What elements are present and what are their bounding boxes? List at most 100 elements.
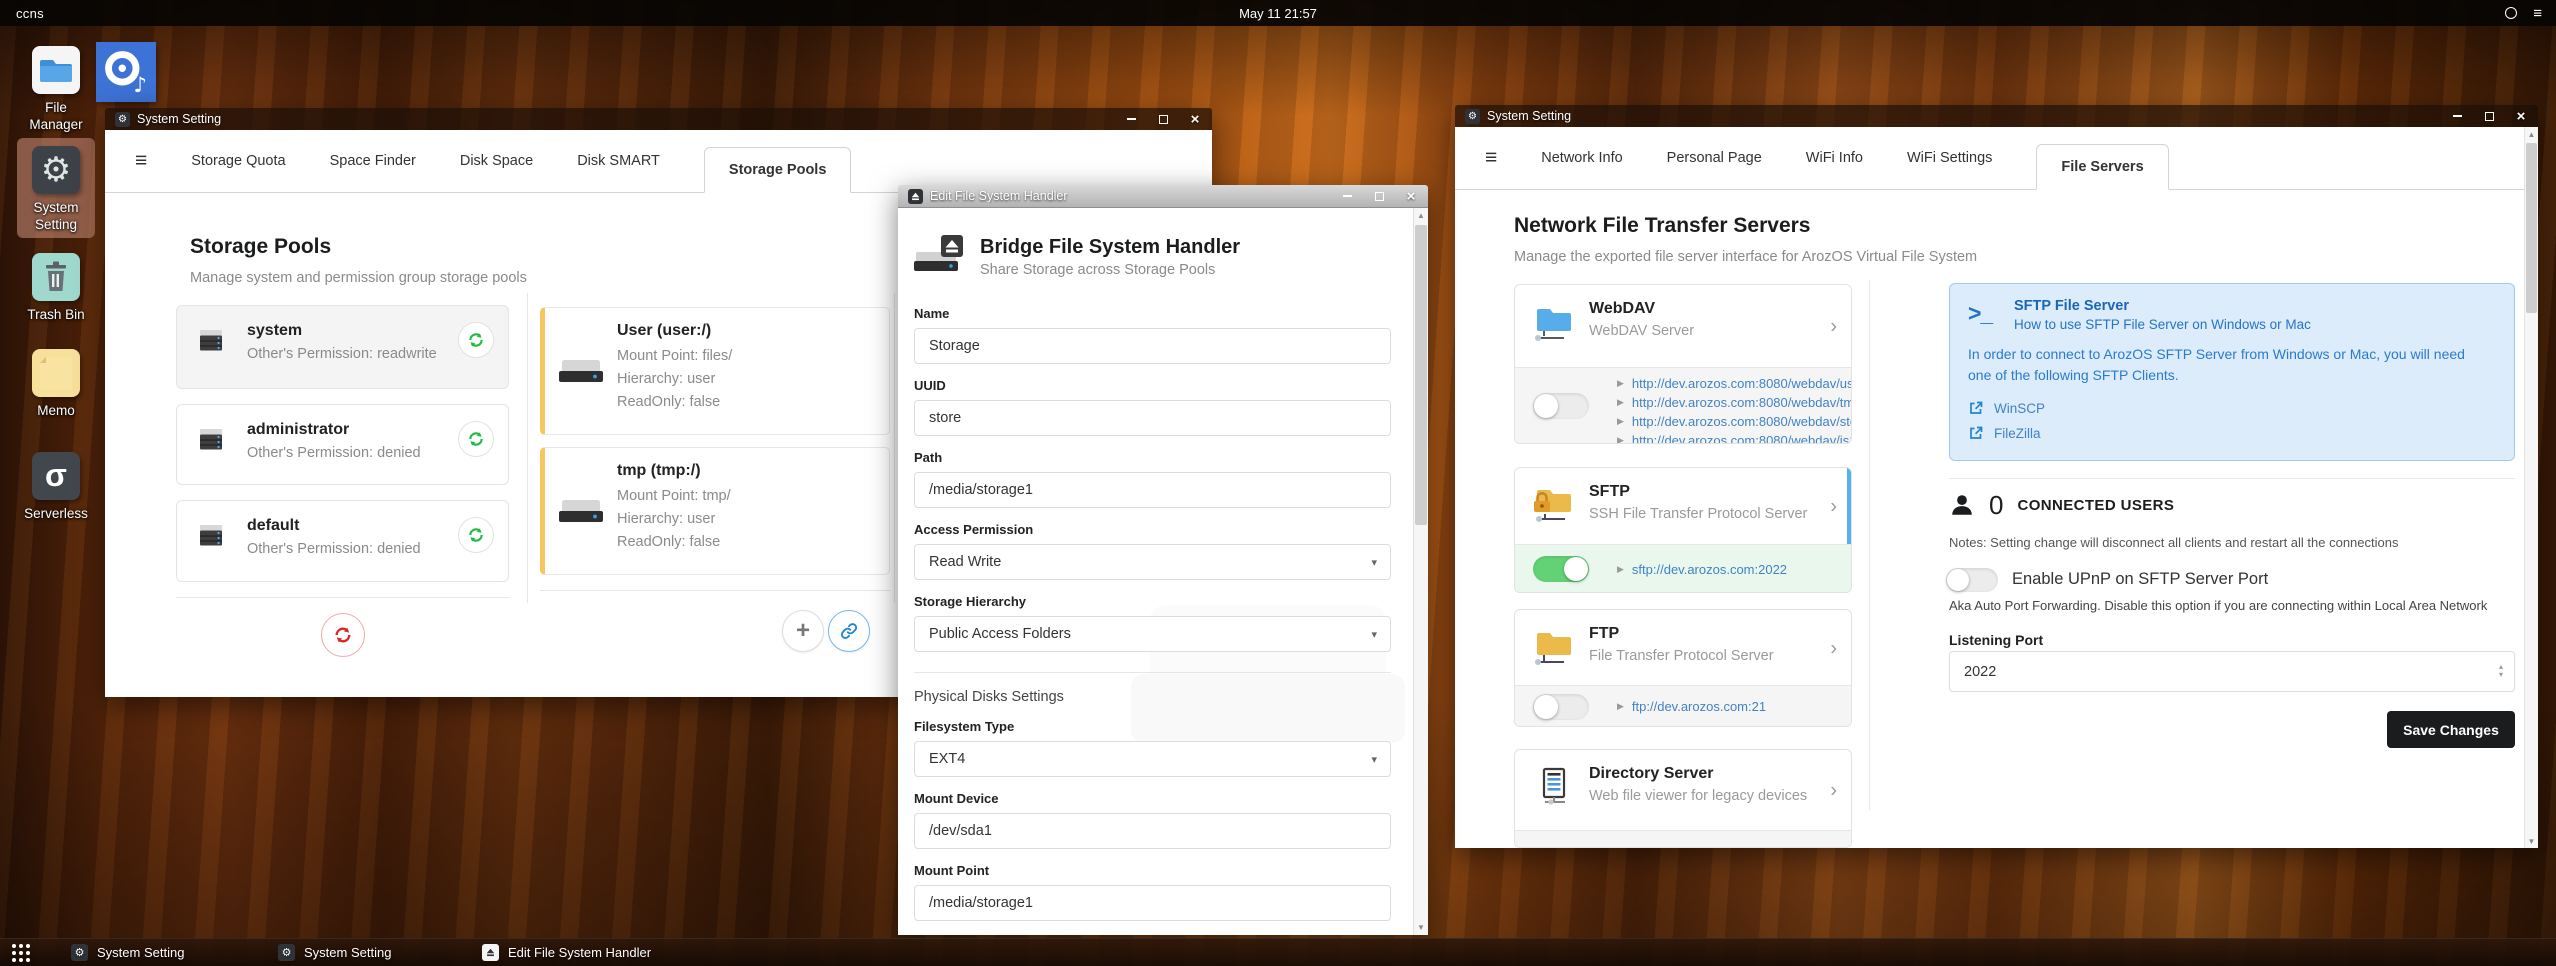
window-titlebar[interactable]: ⚙ System Setting × — [105, 108, 1212, 130]
mount-device-input[interactable] — [914, 813, 1391, 849]
pool-card-system[interactable]: system Other's Permission: readwrite — [176, 305, 509, 389]
server-card-sftp[interactable]: SFTP SSH File Transfer Protocol Server ›… — [1514, 467, 1852, 593]
refresh-pool-button[interactable] — [458, 421, 494, 457]
webdav-url-link[interactable]: http://dev.arozos.com:8080/webdav/store — [1632, 412, 1851, 431]
link-bridge-button[interactable] — [828, 610, 870, 652]
listening-port-input[interactable] — [1949, 651, 2515, 692]
chevron-right-icon[interactable]: › — [1830, 637, 1837, 660]
refresh-pool-button[interactable] — [458, 322, 494, 358]
bridge-card-tmp[interactable]: tmp (tmp:/) Mount Point: tmp/ Hierarchy:… — [540, 447, 890, 575]
field-label-access: Access Permission — [914, 522, 1034, 537]
bridge-card-user[interactable]: User (user:/) Mount Point: files/ Hierar… — [540, 307, 890, 435]
ftp-toggle[interactable] — [1533, 694, 1589, 720]
desktop-icon-serverless[interactable]: σ Serverless — [18, 452, 94, 523]
tab-storage-quota[interactable]: Storage Quota — [191, 153, 285, 169]
server-name: Directory Server — [1589, 765, 1714, 782]
tab-wifi-settings[interactable]: WiFi Settings — [1907, 150, 1992, 166]
webdav-url-link[interactable]: http://dev.arozos.com:8080/webdav/is1 — [1632, 431, 1851, 443]
server-card-webdav[interactable]: WebDAV WebDAV Server › ▶ http://dev.arozo… — [1514, 284, 1852, 444]
desktop-icon-label: File Manager — [29, 100, 83, 132]
close-button[interactable]: × — [2514, 108, 2528, 125]
chevron-right-icon[interactable]: › — [1830, 496, 1837, 519]
hamburger-menu-button[interactable]: ≡ — [135, 149, 147, 173]
scrollbar[interactable]: ▲ ▼ — [2524, 127, 2538, 848]
ftp-url-link[interactable]: ftp://dev.arozos.com:21 — [1632, 697, 1766, 716]
app-launcher-button[interactable] — [12, 943, 30, 962]
taskbar-item-system-setting-2[interactable]: ⚙ System Setting — [278, 939, 391, 966]
window-titlebar[interactable]: Edit File System Handler × — [898, 185, 1428, 208]
tab-personal-page[interactable]: Personal Page — [1667, 150, 1762, 166]
maximize-button[interactable] — [2482, 109, 2496, 123]
field-label-uuid: UUID — [914, 378, 946, 393]
menu-icon[interactable]: ≡ — [2533, 6, 2542, 21]
svg-text:♪: ♪ — [134, 73, 148, 98]
divider — [540, 590, 890, 591]
scroll-thumb[interactable] — [2526, 143, 2537, 313]
sftp-url-link[interactable]: sftp://dev.arozos.com:2022 — [1632, 560, 1787, 579]
scroll-thumb[interactable] — [1415, 225, 1427, 525]
desktop-icon-trash-bin[interactable]: Trash Bin — [18, 253, 94, 324]
sftp-toggle[interactable] — [1533, 556, 1589, 582]
filezilla-link[interactable]: FileZilla — [1994, 426, 2041, 441]
tab-space-finder[interactable]: Space Finder — [330, 153, 416, 169]
tab-wifi-info[interactable]: WiFi Info — [1806, 150, 1863, 166]
storage-hierarchy-select[interactable]: Public Access Folders ▾ — [914, 616, 1391, 652]
scroll-up-button[interactable]: ▲ — [2525, 127, 2538, 141]
link-bullet-icon: ▶ — [1617, 416, 1624, 426]
server-name: WebDAV — [1589, 300, 1656, 317]
webdav-url-link[interactable]: http://dev.arozos.com:8080/webdav/user — [1632, 374, 1851, 393]
desktop-icon-file-manager[interactable]: File Manager — [18, 46, 94, 134]
webdav-toggle[interactable] — [1533, 393, 1589, 419]
bridge-hierarchy: Hierarchy: user — [617, 371, 716, 387]
port-stepper[interactable]: ▴ ▾ — [2499, 663, 2503, 679]
minimize-button[interactable] — [1124, 112, 1138, 126]
window-titlebar[interactable]: ⚙ System Setting × — [1455, 105, 2538, 127]
minimize-button[interactable] — [1340, 189, 1354, 203]
serverless-icon: σ — [32, 452, 80, 500]
scroll-down-button[interactable]: ▼ — [2525, 834, 2538, 848]
eject-icon — [482, 944, 499, 961]
refresh-pool-button[interactable] — [458, 517, 494, 553]
name-input[interactable] — [914, 328, 1391, 364]
path-input[interactable] — [914, 472, 1391, 508]
hamburger-menu-button[interactable]: ≡ — [1485, 146, 1497, 170]
add-bridge-button[interactable]: + — [782, 610, 824, 652]
uuid-input[interactable] — [914, 400, 1391, 436]
save-changes-button[interactable]: Save Changes — [2387, 711, 2515, 748]
scroll-down-button[interactable]: ▼ — [1414, 920, 1428, 935]
mount-point-input[interactable] — [914, 885, 1391, 921]
tab-disk-space[interactable]: Disk Space — [460, 153, 533, 169]
maximize-button[interactable] — [1156, 112, 1170, 126]
tab-network-info[interactable]: Network Info — [1541, 150, 1622, 166]
server-card-ftp[interactable]: FTP File Transfer Protocol Server › ▶ ftp… — [1514, 609, 1852, 727]
maximize-button[interactable] — [1372, 189, 1386, 203]
eject-icon — [908, 188, 923, 204]
status-circle-icon[interactable] — [2505, 7, 2518, 19]
chevron-right-icon[interactable]: › — [1830, 316, 1837, 339]
pool-card-administrator[interactable]: administrator Other's Permission: denied — [176, 404, 509, 485]
tab-storage-pools[interactable]: Storage Pools — [703, 147, 852, 193]
webdav-url-link[interactable]: http://dev.arozos.com:8080/webdav/tmp — [1632, 393, 1851, 412]
scroll-up-button[interactable]: ▲ — [1414, 208, 1428, 223]
close-button[interactable]: × — [1188, 111, 1202, 128]
reload-pools-button[interactable] — [321, 613, 365, 657]
pool-card-default[interactable]: default Other's Permission: denied — [176, 500, 509, 582]
chevron-right-icon[interactable]: › — [1830, 780, 1837, 803]
taskbar-item-edit-fsh[interactable]: Edit File System Handler — [482, 939, 651, 966]
filesystem-type-select[interactable]: EXT4 ▾ — [914, 741, 1391, 777]
winscp-link[interactable]: WinSCP — [1994, 401, 2045, 416]
desktop-icon-music[interactable]: ♪ — [96, 42, 156, 102]
server-card-directory[interactable]: Directory Server Web file viewer for leg… — [1514, 749, 1852, 848]
storage-hierarchy-value: Public Access Folders — [929, 626, 1071, 642]
tab-disk-smart[interactable]: Disk SMART — [577, 153, 660, 169]
taskbar-item-system-setting-1[interactable]: ⚙ System Setting — [71, 939, 184, 966]
desktop-icon-memo[interactable]: Memo — [18, 349, 94, 420]
minimize-button[interactable] — [2450, 109, 2464, 123]
access-permission-select[interactable]: Read Write ▾ — [914, 544, 1391, 580]
close-button[interactable]: × — [1404, 188, 1418, 205]
desktop-icon-system-setting[interactable]: ⚙ System Setting — [18, 146, 94, 234]
pool-permission: Other's Permission: denied — [247, 445, 421, 461]
tab-file-servers[interactable]: File Servers — [2036, 144, 2169, 190]
upnp-toggle[interactable] — [1946, 568, 1998, 592]
gear-icon: ⚙ — [71, 944, 88, 961]
